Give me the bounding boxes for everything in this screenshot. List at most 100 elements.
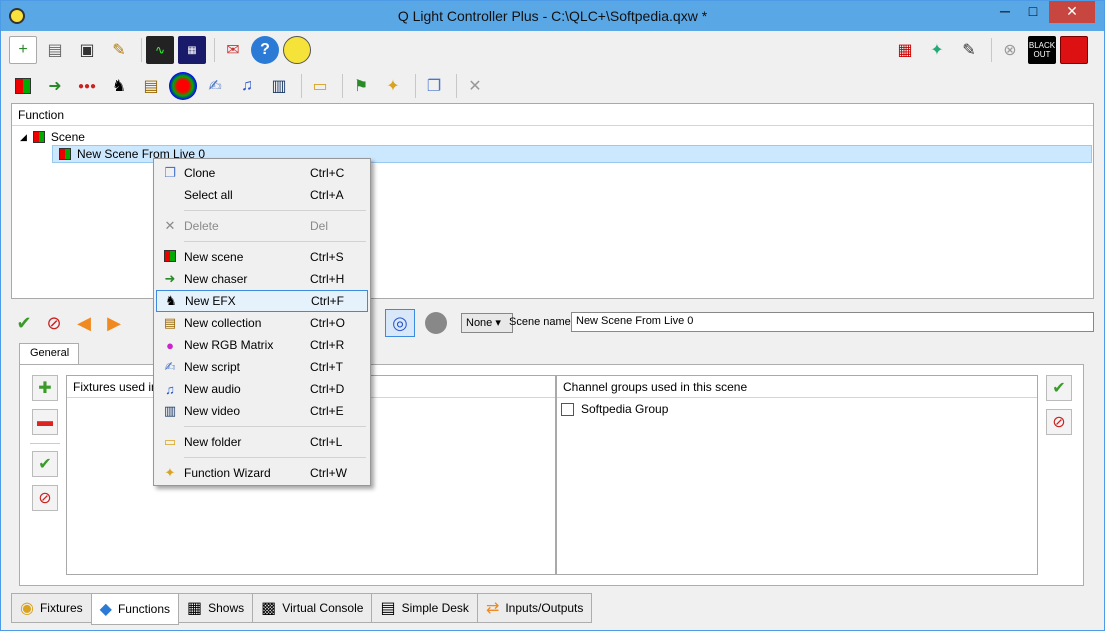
close-button[interactable]: ✕ — [1049, 1, 1095, 23]
mail-icon[interactable]: ✉ — [219, 36, 247, 64]
folder-icon: ▭ — [163, 434, 177, 449]
menu-shortcut: Ctrl+R — [310, 338, 345, 352]
menu-shortcut: Ctrl+A — [310, 188, 344, 202]
enable-fixtures-button[interactable]: ✔ — [32, 451, 58, 477]
wizard-icon: ✦ — [164, 465, 176, 480]
efx-icon[interactable]: ♞ — [105, 72, 133, 100]
menu-item-new-collection[interactable]: ▤ New collection Ctrl+O — [156, 312, 368, 334]
remove-fixture-button[interactable]: ▬ — [32, 409, 58, 435]
enable-groups-button[interactable]: ✔ — [1046, 375, 1072, 401]
main-toolbar-right: ▦ ✦ ✎ ⊗ BLACK OUT — [891, 33, 1092, 67]
scene-icon[interactable] — [9, 72, 37, 100]
tab-fixtures[interactable]: ◉ Fixtures — [11, 593, 92, 623]
chaser-icon[interactable]: ➜ — [41, 72, 69, 100]
help-icon[interactable]: ? — [251, 36, 279, 64]
script-icon[interactable]: ✍ — [201, 72, 229, 100]
collapse-icon[interactable]: ◢ — [20, 132, 27, 143]
sequence-icon[interactable]: ●●● — [73, 72, 101, 100]
menu-label: Select all — [184, 188, 233, 202]
list-item[interactable]: Softpedia Group — [557, 398, 1037, 420]
edit-icon[interactable]: ✎ — [105, 36, 133, 64]
menu-item-new-audio[interactable]: ♫ New audio Ctrl+D — [156, 378, 368, 400]
menu-item-function-wizard[interactable]: ✦ Function Wizard Ctrl+W — [156, 462, 368, 484]
enable-all-icon[interactable]: ✔ — [11, 310, 37, 336]
menu-item-new-rgb-matrix[interactable]: ● New RGB Matrix Ctrl+R — [156, 334, 368, 356]
record-off-icon[interactable] — [425, 312, 447, 334]
tab-shows[interactable]: ▦ Shows — [178, 593, 254, 623]
clone-icon[interactable]: ❐ — [420, 72, 448, 100]
tab-virtual-console[interactable]: ▩ Virtual Console — [252, 593, 373, 623]
channel-group-label: Softpedia Group — [581, 402, 669, 416]
rgbmatrix-icon[interactable] — [169, 72, 197, 100]
tab-inputs-outputs[interactable]: ⇄ Inputs/Outputs — [476, 593, 593, 623]
monitor-icon[interactable]: ∿ — [146, 36, 174, 64]
menu-label: New scene — [184, 250, 244, 264]
function-tree-header[interactable]: Function — [12, 104, 1093, 126]
wizard-wand-icon[interactable]: ✦ — [379, 72, 407, 100]
video-icon[interactable]: ▥ — [265, 72, 293, 100]
blackout-icon[interactable]: BLACK OUT — [1028, 36, 1056, 64]
tree-folder-label: Scene — [50, 130, 85, 144]
menu-separator — [184, 426, 366, 427]
audio-icon[interactable]: ♫ — [233, 72, 261, 100]
stop-icon[interactable]: ⊗ — [996, 36, 1024, 64]
main-toolbar: + ▤ ▣ ✎ ∿ ▦ ✉ ? — [9, 33, 315, 67]
print-icon[interactable]: ▤ — [41, 36, 69, 64]
dmx-icon[interactable]: ✦ — [923, 36, 951, 64]
menu-shortcut: Ctrl+O — [310, 316, 346, 330]
edit2-icon[interactable]: ✎ — [955, 36, 983, 64]
folder-icon[interactable]: ▭ — [306, 72, 334, 100]
blind-icon[interactable]: ◎ — [385, 309, 415, 337]
disable-all-icon[interactable]: ⊘ — [41, 310, 67, 336]
tab-simple-desk[interactable]: ▤ Simple Desk — [371, 593, 478, 623]
menu-item-new-video[interactable]: ▥ New video Ctrl+E — [156, 400, 368, 422]
wizard-flag-icon[interactable]: ⚑ — [347, 72, 375, 100]
speed-dial-select[interactable]: None ▾ — [461, 313, 513, 333]
scene-name-input[interactable]: New Scene From Live 0 — [571, 312, 1094, 332]
prev-icon[interactable]: ◀ — [71, 310, 97, 336]
save-icon[interactable]: ▣ — [73, 36, 101, 64]
new-file-icon[interactable]: + — [9, 36, 37, 64]
disable-groups-button[interactable]: ⊘ — [1046, 409, 1072, 435]
next-icon[interactable]: ▶ — [101, 310, 127, 336]
channel-groups-header: Channel groups used in this scene — [557, 376, 1037, 398]
maximize-button[interactable]: □ — [1019, 1, 1047, 23]
scene-icon — [59, 148, 71, 160]
shows-icon: ▦ — [187, 600, 203, 617]
audio-icon: ♫ — [165, 381, 175, 397]
add-fixture-button[interactable]: ✚ — [32, 375, 58, 401]
tab-label: Functions — [117, 602, 170, 616]
menu-item-new-folder[interactable]: ▭ New folder Ctrl+L — [156, 431, 368, 453]
tab-label: Fixtures — [39, 601, 83, 615]
tree-folder-scene[interactable]: ◢ Scene — [20, 128, 85, 146]
minimize-button[interactable]: ─ — [991, 1, 1019, 23]
menu-label: New chaser — [184, 272, 248, 286]
menu-item-delete[interactable]: ✕ Delete Del — [156, 215, 368, 237]
disable-fixtures-button[interactable]: ⊘ — [32, 485, 58, 511]
menu-label: Delete — [184, 219, 219, 233]
collection-icon: ▤ — [163, 315, 177, 330]
checkbox[interactable] — [561, 402, 574, 416]
menu-shortcut: Ctrl+T — [310, 360, 343, 374]
menu-item-new-script[interactable]: ✍ New script Ctrl+T — [156, 356, 368, 378]
toolbar-separator — [415, 74, 416, 98]
context-menu: ❐ Clone Ctrl+C Select all Ctrl+A ✕ Delete Del… — [153, 158, 371, 486]
menu-separator — [184, 457, 366, 458]
collection-icon[interactable]: ▤ — [137, 72, 165, 100]
menu-item-new-efx[interactable]: ♞ New EFX Ctrl+F — [156, 290, 368, 312]
functions-toolbar: ➜ ●●● ♞ ▤ ✍ ♫ ▥ ▭ ⚑ ✦ ❐ ✕ — [9, 69, 493, 103]
delete-icon[interactable]: ✕ — [461, 72, 489, 100]
menu-item-new-chaser[interactable]: ➜ New chaser Ctrl+H — [156, 268, 368, 290]
tab-general[interactable]: General — [19, 343, 79, 365]
scene-name-label: Scene name: — [509, 316, 574, 328]
about-icon[interactable] — [283, 36, 311, 64]
address-icon[interactable]: ▦ — [178, 36, 206, 64]
menu-item-clone[interactable]: ❐ Clone Ctrl+C — [156, 162, 368, 184]
menu-item-new-scene[interactable]: New scene Ctrl+S — [156, 246, 368, 268]
menu-shortcut: Ctrl+F — [311, 294, 344, 308]
video-icon: ▥ — [163, 403, 177, 418]
tab-functions[interactable]: ◆ Functions — [90, 593, 179, 625]
menu-item-select-all[interactable]: Select all Ctrl+A — [156, 184, 368, 206]
record-icon[interactable] — [1060, 36, 1088, 64]
addfixture-icon[interactable]: ▦ — [891, 36, 919, 64]
